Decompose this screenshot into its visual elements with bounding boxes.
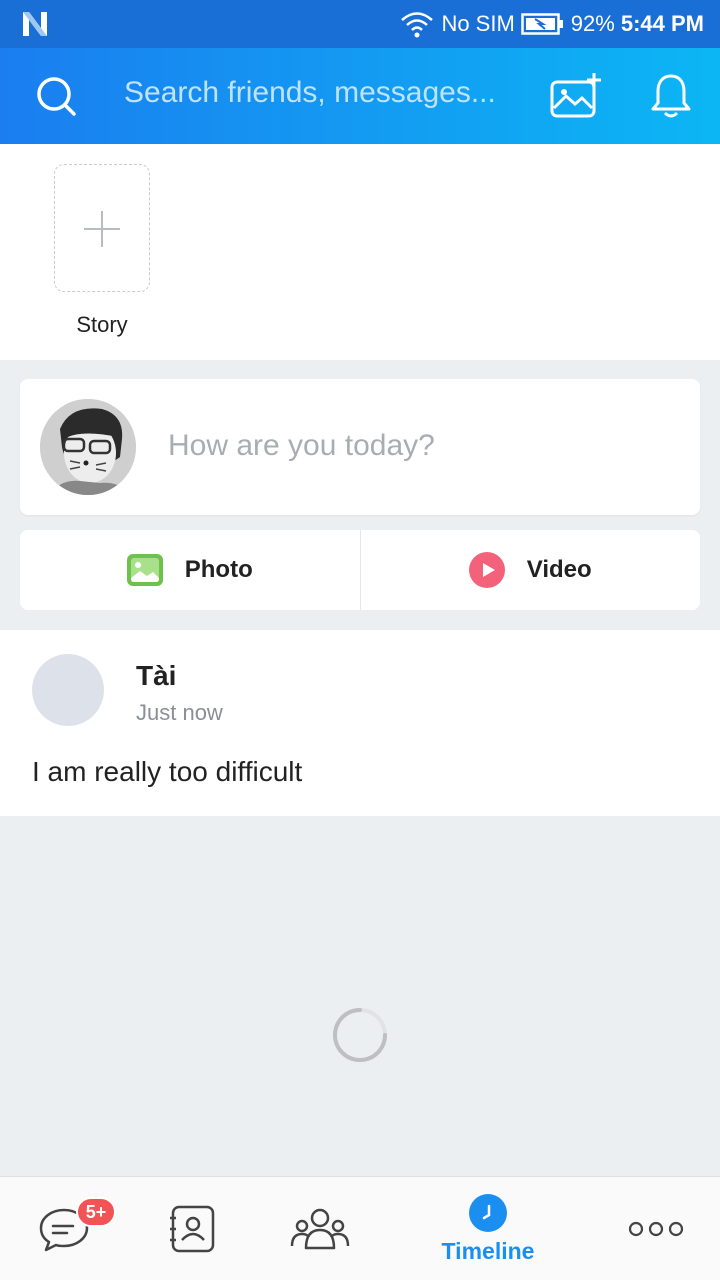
post-author-avatar[interactable] [32, 654, 104, 726]
more-dots-icon [628, 1221, 684, 1237]
clock: 5:44 PM [620, 11, 704, 36]
group-people-icon [290, 1208, 350, 1250]
contacts-icon [170, 1205, 215, 1253]
status-composer[interactable]: How are you today? [20, 379, 700, 515]
status-bar: No SIM 92% 5:44 PM [0, 0, 720, 48]
post-author-name[interactable]: Tài [136, 660, 176, 692]
avatar-photo [40, 399, 136, 495]
tab-contacts[interactable] [132, 1177, 252, 1280]
app-header: Search friends, messages... [0, 48, 720, 144]
tab-messages[interactable]: 5+ [4, 1177, 124, 1280]
search-input[interactable]: Search friends, messages... [124, 76, 514, 110]
tab-timeline[interactable]: Timeline [420, 1177, 556, 1280]
post-timestamp: Just now [136, 700, 223, 725]
battery-percent: 92% [570, 11, 615, 36]
post-body: I am really too difficult [32, 756, 303, 787]
video-button[interactable]: Video [359, 530, 701, 610]
tab-more[interactable] [596, 1177, 716, 1280]
battery-icon [521, 13, 563, 35]
video-label: Video [526, 556, 592, 583]
composer-prompt[interactable]: How are you today? [168, 429, 435, 463]
photo-icon [126, 554, 163, 586]
tab-groups[interactable] [260, 1177, 380, 1280]
post-actions: Photo Video [20, 530, 700, 610]
story-section: Story [0, 144, 720, 360]
search-icon[interactable] [34, 74, 78, 118]
photo-label: Photo [184, 556, 253, 583]
user-avatar[interactable] [40, 399, 136, 495]
n-logo-icon [23, 12, 47, 36]
loading-spinner-icon [333, 1008, 387, 1062]
wifi-icon [401, 12, 434, 38]
timeline-label: Timeline [441, 1237, 535, 1264]
story-label: Story [76, 312, 128, 337]
clock-icon [469, 1193, 507, 1232]
bottom-navigation: 5+ Timeline [0, 1176, 720, 1280]
add-story-button[interactable] [54, 164, 150, 292]
messages-badge: 5+ [76, 1197, 116, 1227]
photo-button[interactable]: Photo [20, 530, 360, 610]
carrier-text: No SIM [441, 11, 515, 36]
video-play-icon [468, 552, 505, 588]
feed-post: Tài Just now I am really too difficult [0, 630, 720, 816]
add-photo-icon[interactable] [548, 70, 604, 120]
bell-icon[interactable] [648, 72, 694, 120]
